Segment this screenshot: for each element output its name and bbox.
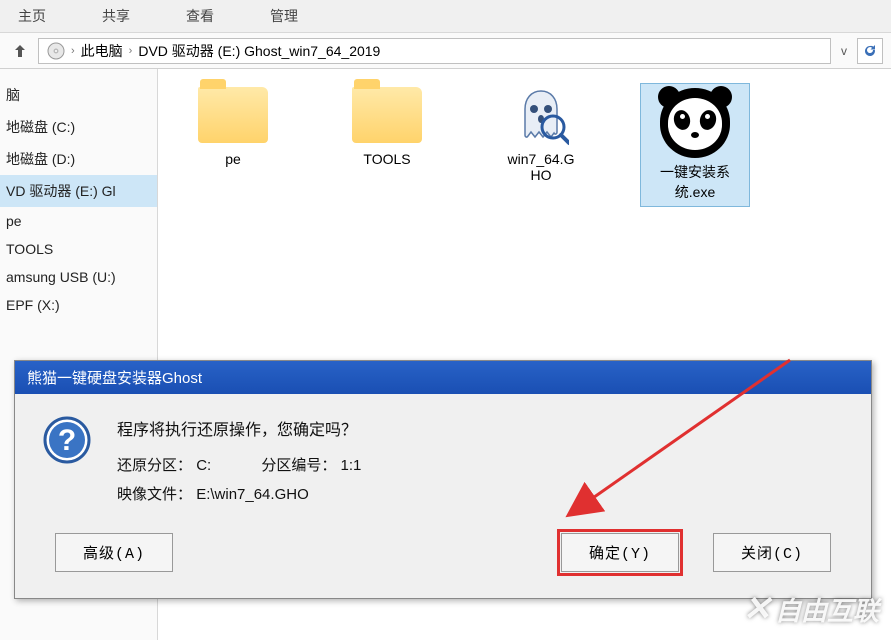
file-label: pe (225, 151, 241, 167)
sidebar-item[interactable]: pe (0, 207, 157, 235)
refresh-button[interactable] (857, 38, 883, 64)
watermark: ✕ 自由互联 (742, 589, 879, 629)
chevron-right-icon: › (71, 45, 75, 57)
question-icon: ? (43, 416, 91, 464)
tab-home[interactable]: 主页 (10, 4, 54, 28)
ribbon-tabs: 主页 共享 查看 管理 (0, 0, 891, 33)
label-partition: 还原分区： (117, 452, 192, 481)
value-image-file: E:\win7_64.GHO (196, 486, 309, 503)
file-item-exe[interactable]: 一键安装系 统.exe (640, 83, 750, 207)
nav-up-button[interactable] (8, 39, 32, 63)
tab-manage[interactable]: 管理 (262, 4, 306, 28)
file-item-gho[interactable]: win7_64.G HO (486, 83, 596, 187)
sidebar-item[interactable]: VD 驱动器 (E:) Gl (0, 175, 157, 207)
watermark-text: 自由互联 (775, 591, 879, 628)
sidebar-item[interactable]: amsung USB (U:) (0, 263, 157, 291)
address-bar: › 此电脑 › DVD 驱动器 (E:) Ghost_win7_64_2019 … (0, 33, 891, 69)
sidebar-item[interactable]: 脑 (0, 79, 157, 111)
label-partition-id: 分区编号： (261, 452, 336, 481)
sidebar-item[interactable]: 地磁盘 (D:) (0, 143, 157, 175)
disc-icon (47, 42, 65, 60)
close-button[interactable]: 关闭(C) (713, 533, 831, 572)
advanced-button[interactable]: 高级(A) (55, 533, 173, 572)
value-partition-id: 1:1 (341, 457, 362, 474)
label-image-file: 映像文件： (117, 481, 192, 510)
file-label: win7_64.G HO (508, 151, 575, 183)
ok-button[interactable]: 确定(Y) (561, 533, 679, 572)
breadcrumb-node[interactable]: DVD 驱动器 (E:) Ghost_win7_64_2019 (138, 41, 380, 61)
dialog-title-bar[interactable]: 熊猫一键硬盘安装器Ghost (15, 361, 871, 394)
file-item-folder[interactable]: pe (178, 83, 288, 171)
panda-icon (660, 88, 730, 158)
folder-icon (352, 87, 422, 143)
value-partition: C: (196, 457, 211, 474)
sidebar-item[interactable]: TOOLS (0, 235, 157, 263)
sidebar-item[interactable]: EPF (X:) (0, 291, 157, 319)
chevron-right-icon: › (129, 45, 133, 57)
file-label: TOOLS (363, 151, 410, 167)
folder-icon (198, 87, 268, 143)
tab-view[interactable]: 查看 (178, 4, 222, 28)
breadcrumb-node[interactable]: 此电脑 (81, 41, 123, 61)
dialog-title: 熊猫一键硬盘安装器Ghost (27, 370, 202, 387)
breadcrumb[interactable]: › 此电脑 › DVD 驱动器 (E:) Ghost_win7_64_2019 (38, 38, 831, 64)
confirm-dialog: 熊猫一键硬盘安装器Ghost ? 程序将执行还原操作，您确定吗？ 还原分区： C… (14, 360, 872, 599)
ghost-icon (511, 87, 571, 147)
sidebar-item[interactable]: 地磁盘 (C:) (0, 111, 157, 143)
dialog-headline: 程序将执行还原操作，您确定吗？ (117, 416, 843, 446)
tab-share[interactable]: 共享 (94, 4, 138, 28)
file-label: 一键安装系 统.exe (660, 162, 730, 202)
dialog-text: 程序将执行还原操作，您确定吗？ 还原分区： C: 分区编号： 1:1 映像文件：… (117, 416, 843, 509)
svg-text:?: ? (58, 424, 76, 457)
address-dropdown[interactable]: v (835, 44, 853, 58)
file-item-folder[interactable]: TOOLS (332, 83, 442, 171)
watermark-x-icon: ✕ (742, 589, 771, 629)
